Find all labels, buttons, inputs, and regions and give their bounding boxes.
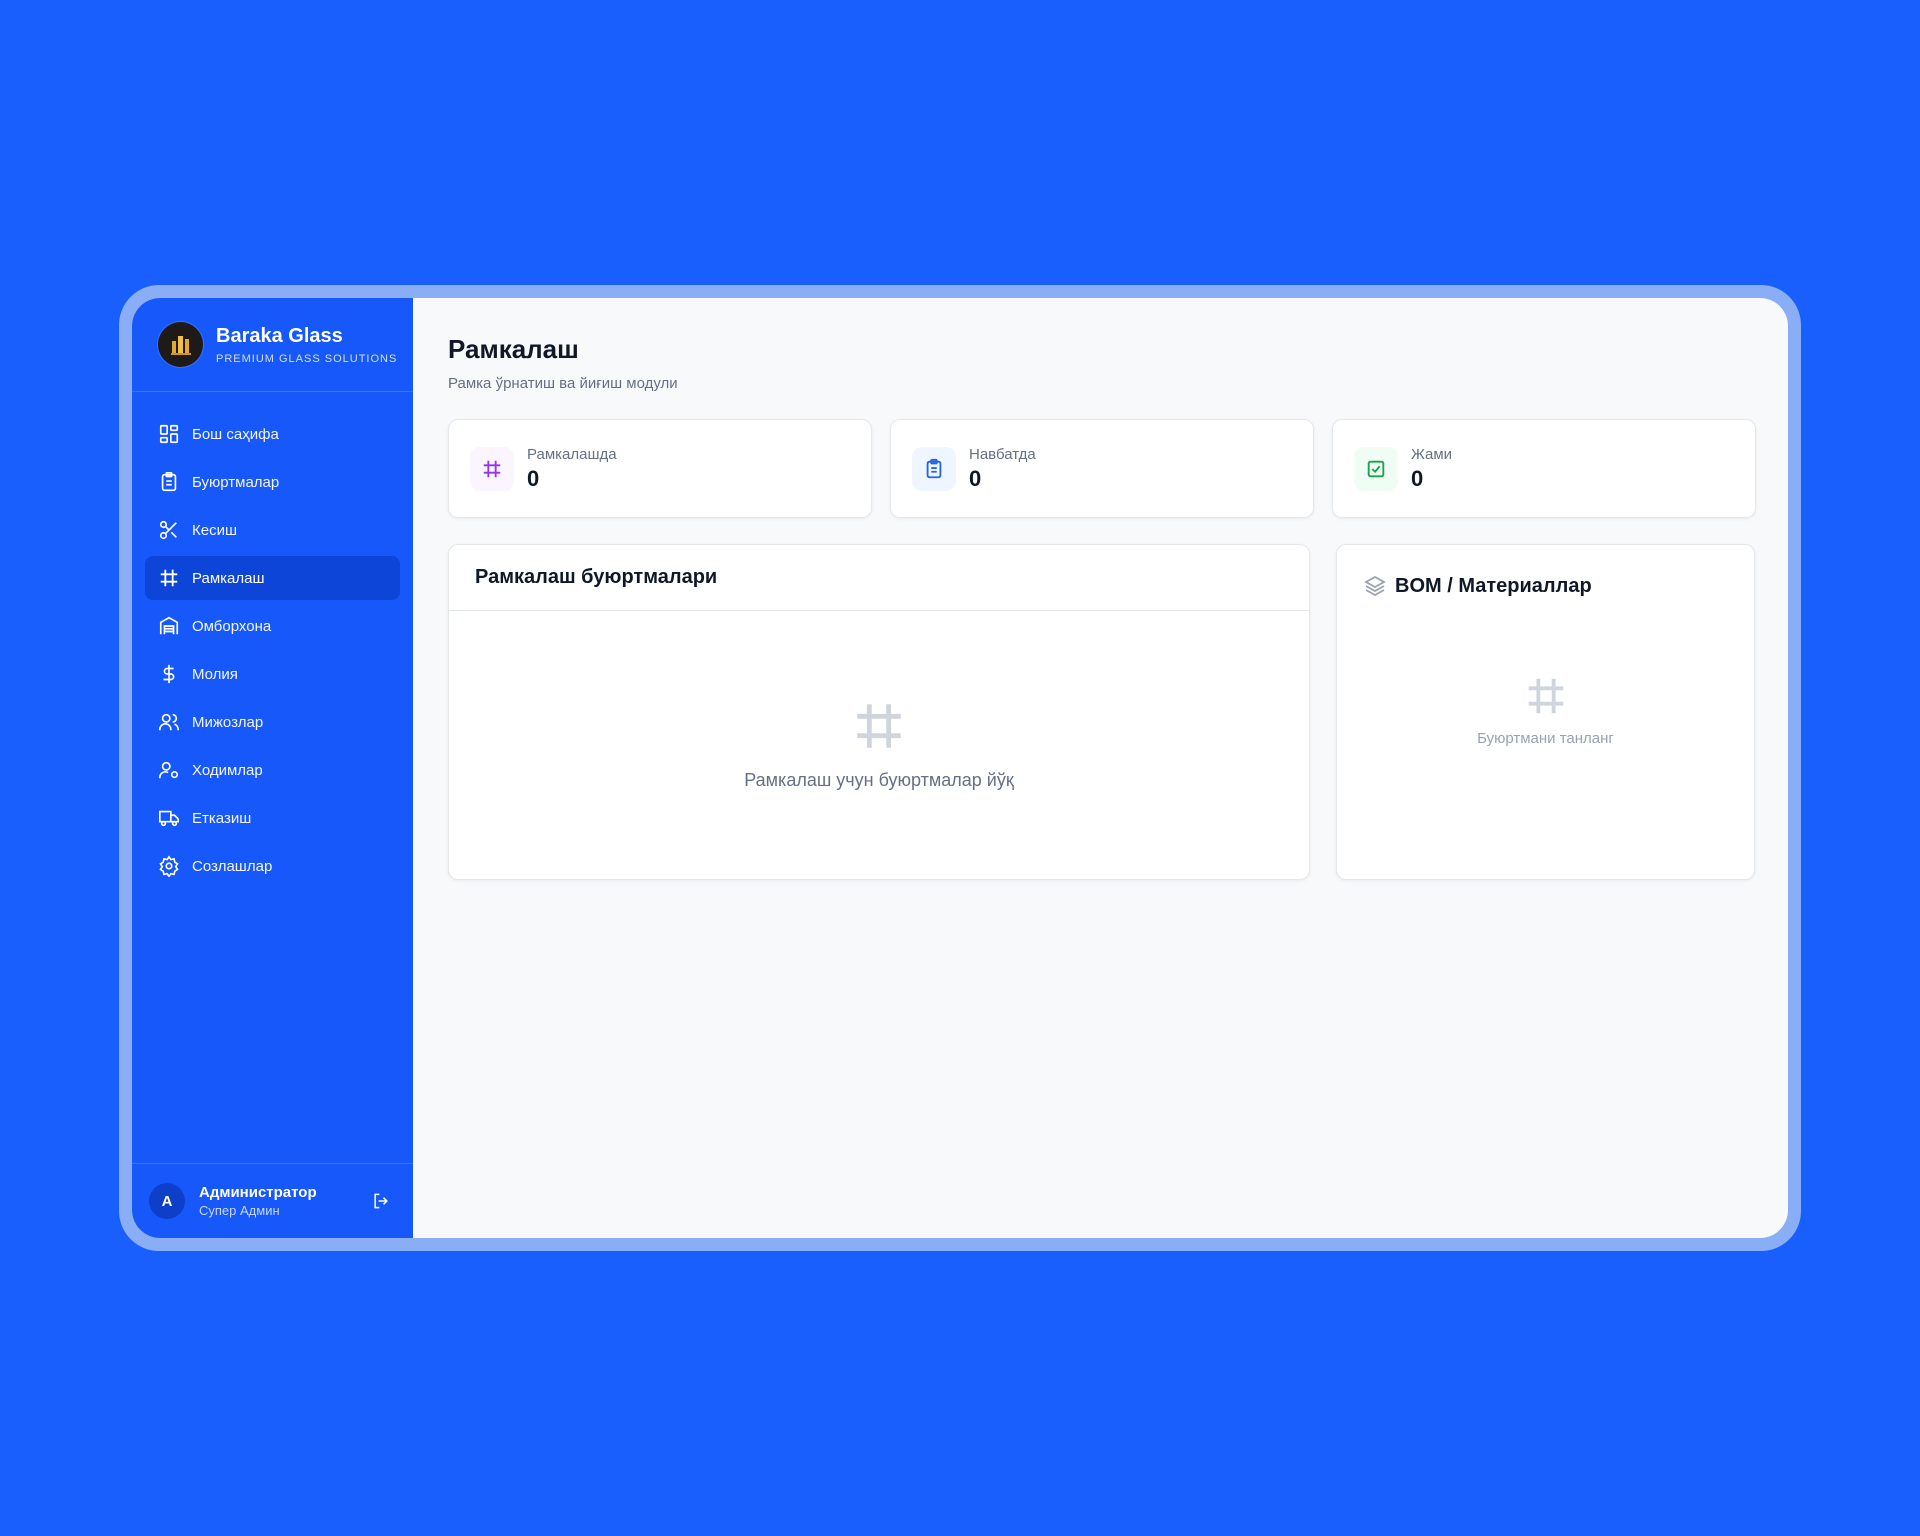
users-icon	[159, 713, 179, 731]
sidebar-item-label: Бош саҳифа	[192, 425, 279, 443]
user-profile: A Администратор Супер Админ	[132, 1163, 413, 1238]
logout-icon[interactable]	[371, 1191, 391, 1211]
hash-icon	[160, 569, 178, 587]
bom-panel: BOM / Материаллар Буюртмани танланг	[1336, 544, 1755, 880]
stat-icon-wrap	[470, 446, 514, 491]
brand-header: Baraka Glass PREMIUM GLASS SOLUTIONS	[132, 298, 413, 392]
empty-state: Буюртмани танланг	[1337, 673, 1754, 747]
sidebar-item-label: Етказиш	[192, 809, 252, 827]
panels-row: Рамкалаш буюртмалари Рамкалаш учун буюрт…	[448, 544, 1756, 880]
gear-icon	[159, 855, 179, 877]
clipboard-icon	[161, 472, 177, 492]
panel-header: BOM / Материаллар	[1337, 545, 1754, 598]
check-square-icon	[1367, 460, 1385, 477]
panel-title: BOM / Материаллар	[1395, 574, 1592, 597]
sidebar-item-finance[interactable]: Молия	[145, 652, 400, 696]
sidebar-item-clients[interactable]: Мижозлар	[145, 700, 400, 744]
stats-row: Рамкалашда 0 Навбатда 0 Жами 0	[448, 419, 1756, 518]
stat-label: Жами	[1411, 445, 1453, 463]
sidebar-item-label: Рамкалаш	[192, 569, 265, 587]
stat-label: Рамкалашда	[527, 445, 617, 463]
clipboard-list-icon	[926, 458, 942, 478]
empty-state: Рамкалаш учун буюртмалар йўқ	[449, 697, 1309, 791]
framing-orders-panel: Рамкалаш буюртмалари Рамкалаш учун буюрт…	[448, 544, 1310, 880]
sidebar: Baraka Glass PREMIUM GLASS SOLUTIONS Бош…	[132, 298, 413, 1238]
sidebar-item-delivery[interactable]: Етказиш	[145, 796, 400, 840]
stat-value: 0	[969, 465, 982, 491]
app-window: Baraka Glass PREMIUM GLASS SOLUTIONS Бош…	[132, 298, 1788, 1238]
sidebar-item-label: Созлашлар	[192, 857, 273, 875]
layers-icon	[1364, 575, 1386, 597]
brand-tagline: PREMIUM GLASS SOLUTIONS	[216, 353, 398, 365]
avatar: A	[149, 1183, 185, 1219]
brand-name: Baraka Glass	[216, 325, 343, 347]
main-content: Рамкалаш Рамка ўрнатиш ва йиғиш модули Р…	[413, 298, 1788, 1238]
hash-icon	[1528, 678, 1563, 714]
dollar-icon	[163, 664, 175, 684]
user-role: Супер Админ	[199, 1203, 280, 1218]
stat-icon-wrap	[1354, 446, 1398, 491]
sidebar-item-label: Мижозлар	[192, 713, 264, 731]
page-subtitle: Рамка ўрнатиш ва йиғиш модули	[448, 375, 678, 392]
sidebar-item-label: Омборхона	[192, 617, 272, 635]
stat-card-queue: Навбатда 0	[890, 419, 1314, 518]
stat-value: 0	[1411, 465, 1424, 491]
stat-value: 0	[527, 465, 540, 491]
sidebar-item-settings[interactable]: Созлашлар	[145, 844, 400, 888]
scissors-icon	[159, 520, 177, 540]
warehouse-icon	[159, 616, 179, 635]
sidebar-item-framing[interactable]: Рамкалаш	[145, 556, 400, 600]
panel-title: Рамкалаш буюртмалари	[449, 545, 1309, 611]
user-cog-icon	[159, 761, 179, 779]
stat-label: Навбатда	[969, 445, 1036, 463]
sidebar-item-warehouse[interactable]: Омборхона	[145, 604, 400, 648]
truck-icon	[159, 810, 179, 827]
building-logo-icon	[170, 335, 191, 355]
sidebar-item-label: Кесиш	[192, 521, 237, 539]
sidebar-item-staff[interactable]: Ходимлар	[145, 748, 400, 792]
sidebar-item-label: Молия	[192, 665, 238, 683]
empty-state-text: Рамкалаш учун буюртмалар йўқ	[744, 770, 1014, 790]
empty-state-text: Буюртмани танланг	[1477, 730, 1614, 747]
sidebar-item-dashboard[interactable]: Бош саҳифа	[145, 412, 400, 456]
hash-icon	[857, 704, 901, 748]
sidebar-item-label: Буюртмалар	[192, 473, 280, 491]
user-name: Администратор	[199, 1184, 317, 1201]
sidebar-item-cutting[interactable]: Кесиш	[145, 508, 400, 552]
sidebar-item-orders[interactable]: Буюртмалар	[145, 460, 400, 504]
stat-card-total: Жами 0	[1332, 419, 1756, 518]
grid-icon	[159, 424, 179, 444]
page-title: Рамкалаш	[448, 334, 579, 364]
sidebar-item-label: Ходимлар	[192, 761, 263, 779]
stat-icon-wrap	[912, 446, 956, 491]
stat-card-framing: Рамкалашда 0	[448, 419, 872, 518]
sidebar-nav: Бош саҳифа Буюртмалар Кесиш Рамкалаш Омб…	[132, 392, 413, 888]
hash-icon	[483, 460, 501, 477]
brand-logo	[158, 322, 203, 367]
